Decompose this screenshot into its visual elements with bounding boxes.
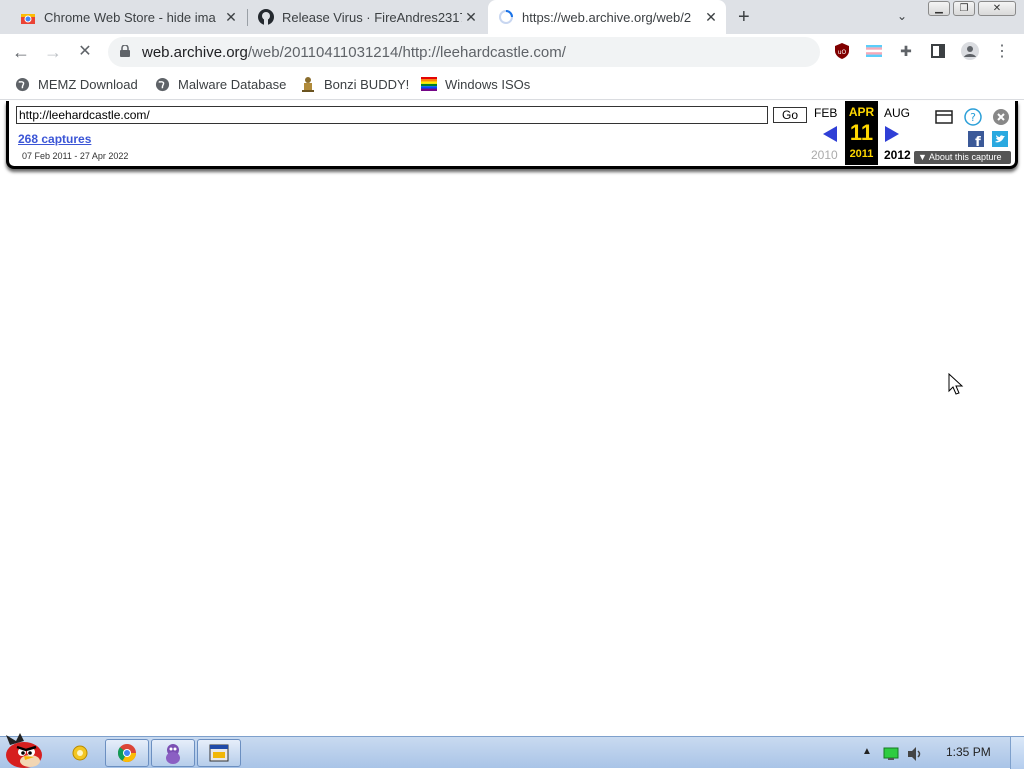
chrome-menu-icon[interactable]: ⋮ [993, 42, 1011, 60]
wayback-toolbar: http://leehardcastle.com/ Go 268 capture… [6, 101, 1018, 169]
svg-text:?: ? [970, 111, 976, 124]
taskbar-app-window[interactable] [197, 739, 241, 767]
tab-title: Release Virus · FireAndres2317 [282, 9, 462, 25]
globe-icon [154, 76, 170, 92]
twitter-icon[interactable] [992, 131, 1008, 152]
taskbar-clock[interactable]: 1:35 PM [946, 745, 991, 759]
current-day: 11 [849, 120, 874, 145]
tab-search-chevron-icon[interactable]: ⌄ [897, 9, 907, 23]
minimize-window-icon[interactable]: ▁ [928, 1, 950, 16]
back-arrow-icon[interactable]: ← [10, 41, 32, 63]
forward-arrow-icon[interactable]: → [42, 41, 64, 63]
prev-month-label[interactable]: FEB [814, 106, 837, 120]
calendar-icon[interactable] [935, 110, 953, 129]
captures-link[interactable]: 268 captures [18, 132, 91, 146]
taskbar-bonzi-buddy[interactable] [151, 739, 195, 767]
close-tab-icon[interactable]: ✕ [222, 9, 240, 26]
next-year-label[interactable]: 2012 [884, 148, 911, 162]
lock-icon [120, 43, 134, 60]
tab-divider [247, 9, 248, 26]
bookmark-label: Bonzi BUDDY! [324, 76, 410, 92]
current-year: 2011 [849, 148, 874, 160]
globe-icon [14, 76, 30, 92]
taskbar-file-explorer[interactable] [58, 739, 102, 767]
wayback-url-input[interactable]: http://leehardcastle.com/ [16, 106, 768, 124]
about-this-capture-button[interactable]: ▼ About this capture [914, 151, 1011, 164]
bookmark-memz-download[interactable]: MEMZ Download [14, 76, 138, 92]
side-panel-icon[interactable] [929, 42, 947, 60]
next-month-label[interactable]: AUG [884, 106, 910, 120]
bookmark-label: MEMZ Download [38, 76, 138, 92]
bookmark-label: Windows ISOs [445, 76, 531, 92]
close-tab-icon[interactable]: ✕ [702, 9, 720, 26]
svg-text:f: f [975, 135, 981, 147]
prev-year-label[interactable]: 2010 [811, 148, 838, 162]
windows-taskbar: ▲ 1:35 PM [0, 733, 1024, 769]
new-tab-icon[interactable]: + [738, 6, 750, 29]
profile-avatar-icon[interactable] [961, 42, 979, 60]
extension-flag-icon[interactable] [865, 42, 883, 60]
address-bar[interactable]: web.archive.org/web/20110411031214/http:… [108, 37, 820, 67]
volume-icon[interactable] [906, 746, 924, 767]
maximize-window-icon[interactable]: ❐ [953, 1, 975, 16]
current-month: APR [848, 105, 875, 119]
tab-web-archive[interactable]: https://web.archive.org/web/2 ✕ [488, 0, 726, 34]
tab-title: https://web.archive.org/web/2 [522, 9, 692, 25]
show-desktop-button[interactable] [1010, 737, 1024, 769]
taskbar-chrome[interactable] [105, 739, 149, 767]
chrome-web-store-icon [20, 9, 36, 25]
close-tab-icon[interactable]: ✕ [462, 9, 480, 26]
next-capture-arrow-icon[interactable] [885, 126, 899, 142]
help-icon[interactable]: ? [964, 108, 982, 131]
tab-github-release[interactable]: Release Virus · FireAndres2317 ✕ [250, 0, 486, 34]
bookmarks-bar: MEMZ Download Malware Database Bonzi BUD… [0, 70, 1024, 100]
current-capture-date: APR 11 2011 [845, 101, 878, 165]
tab-strip: Chrome Web Store - hide ima ✕ Release Vi… [0, 0, 1024, 34]
bookmark-windows-isos[interactable]: Windows ISOs [421, 76, 530, 92]
network-icon[interactable] [883, 747, 899, 766]
bookmark-malware-database[interactable]: Malware Database [154, 76, 286, 92]
mouse-cursor-icon [948, 372, 964, 402]
close-window-icon[interactable]: ✕ [978, 1, 1016, 16]
rainbow-flag-icon [421, 76, 437, 92]
capture-date-range: 07 Feb 2011 - 27 Apr 2022 [22, 151, 129, 161]
wayback-go-button[interactable]: Go [773, 107, 807, 123]
bookmark-bonzi-buddy[interactable]: Bonzi BUDDY! [300, 76, 409, 92]
extensions-puzzle-icon[interactable]: ✚ [897, 42, 915, 60]
address-url: web.archive.org/web/20110411031214/http:… [142, 44, 566, 61]
tab-chrome-web-store[interactable]: Chrome Web Store - hide ima ✕ [8, 0, 246, 34]
github-icon [258, 9, 274, 25]
bonzi-buddy-icon [300, 76, 316, 92]
bookmark-label: Malware Database [178, 76, 287, 92]
stop-loading-icon[interactable]: ✕ [74, 41, 96, 63]
url-domain: web.archive.org [142, 43, 248, 61]
prev-capture-arrow-icon[interactable] [823, 126, 837, 142]
svg-text:uO: uO [838, 49, 847, 56]
show-hidden-icons-arrow[interactable]: ▲ [862, 746, 872, 757]
ublock-origin-icon[interactable]: uO [833, 42, 851, 60]
close-toolbar-icon[interactable] [992, 108, 1010, 131]
loading-spinner-icon [498, 9, 514, 25]
tab-title: Chrome Web Store - hide ima [44, 9, 216, 25]
facebook-icon[interactable]: f [968, 131, 984, 152]
url-path: /web/20110411031214/http://leehardcastle… [247, 43, 566, 61]
